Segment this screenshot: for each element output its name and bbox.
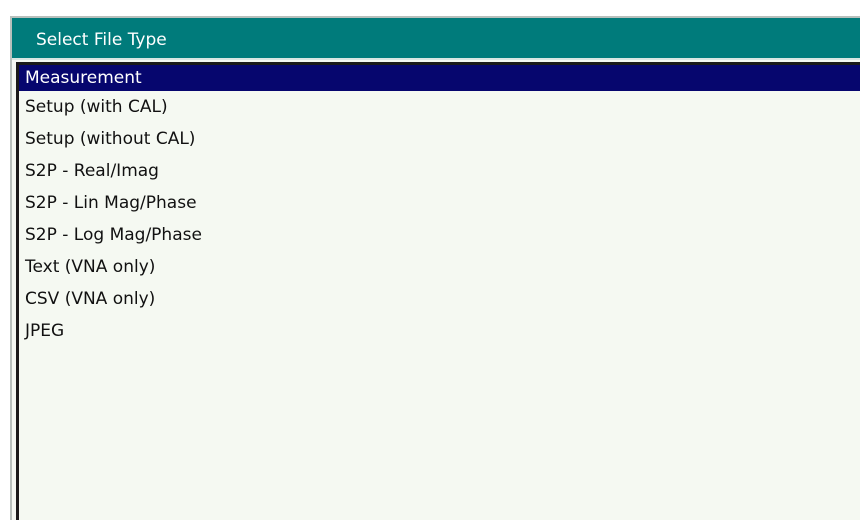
screen: Select File Type Measurement Setup (with… xyxy=(0,0,860,520)
file-type-option-s2p-real-imag[interactable]: S2P - Real/Imag xyxy=(19,157,860,189)
file-type-option-csv-vna-only[interactable]: CSV (VNA only) xyxy=(19,285,860,317)
file-type-option-s2p-lin-mag-phase[interactable]: S2P - Lin Mag/Phase xyxy=(19,189,860,221)
file-type-option-jpeg[interactable]: JPEG xyxy=(19,317,860,349)
dialog-title-bar: Select File Type xyxy=(12,18,860,60)
file-type-option-measurement[interactable]: Measurement xyxy=(19,65,860,91)
dialog-title: Select File Type xyxy=(36,30,167,50)
file-type-option-setup-without-cal[interactable]: Setup (without CAL) xyxy=(19,125,860,157)
file-type-options: Measurement Setup (with CAL) Setup (with… xyxy=(19,65,860,349)
file-type-option-setup-with-cal[interactable]: Setup (with CAL) xyxy=(19,93,860,125)
file-type-option-text-vna-only[interactable]: Text (VNA only) xyxy=(19,253,860,285)
file-type-list[interactable]: Measurement Setup (with CAL) Setup (with… xyxy=(16,62,860,520)
select-file-type-dialog: Select File Type Measurement Setup (with… xyxy=(10,16,860,520)
file-type-option-s2p-log-mag-phase[interactable]: S2P - Log Mag/Phase xyxy=(19,221,860,253)
